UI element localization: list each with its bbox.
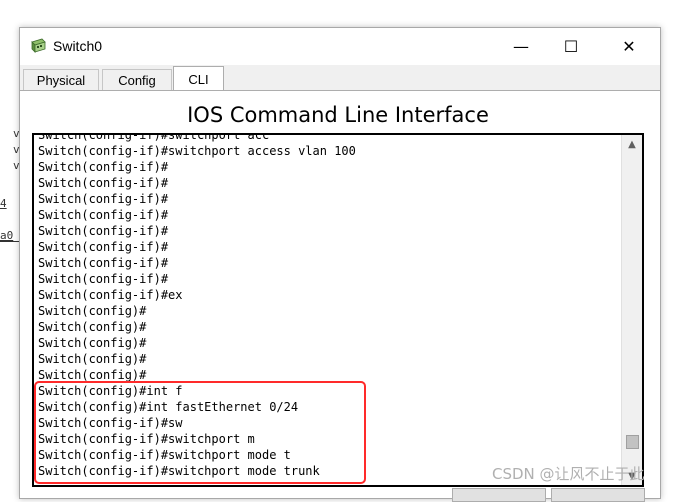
terminal-line: Switch(config)# — [38, 368, 147, 382]
scrollbar-thumb[interactable] — [626, 435, 639, 449]
terminal-line: Switch(config-if)# — [38, 176, 169, 190]
title-bar[interactable]: Switch0 — ☐ ✕ — [20, 28, 660, 65]
terminal-line: Switch(config-if)# — [38, 192, 169, 206]
terminal-line: Switch(config-if)#switchport access vlan… — [38, 144, 356, 158]
terminal-line: Switch(config)#int f — [38, 384, 183, 398]
scroll-up-icon[interactable]: ▲ — [622, 135, 642, 153]
background-fragment: 4 — [0, 197, 7, 210]
close-button[interactable]: ✕ — [606, 28, 652, 64]
window-title: Switch0 — [53, 38, 103, 54]
cli-heading: IOS Command Line Interface — [187, 103, 489, 127]
maximize-button[interactable]: ☐ — [548, 28, 594, 64]
terminal-line: Switch(config-if)# — [38, 208, 169, 222]
tab-config[interactable]: Config — [102, 69, 172, 90]
terminal-line: Switch(config)# — [38, 352, 147, 366]
maximize-icon: ☐ — [563, 36, 579, 56]
tab-cli[interactable]: CLI — [173, 66, 224, 91]
terminal-line: Switch(config)# — [38, 304, 147, 318]
terminal-line: Switch(config-if)#sw — [38, 416, 183, 430]
tab-physical[interactable]: Physical — [23, 69, 99, 90]
terminal-line: Switch(config-if)# — [38, 272, 169, 286]
terminal-output[interactable]: Switch(config-if)#switchport acc Switch(c… — [38, 133, 618, 479]
terminal-line: Switch(config-if)#ex — [38, 288, 183, 302]
cli-terminal[interactable]: Switch(config-if)#switchport acc Switch(c… — [32, 133, 644, 487]
terminal-line: Switch(config-if)# — [38, 240, 169, 254]
terminal-line: Switch(config-if)# — [38, 160, 169, 174]
minimize-icon: — — [513, 36, 529, 56]
terminal-line: Switch(config-if)# — [38, 224, 169, 238]
terminal-line: Switch(config-if)#switchport acc — [38, 133, 270, 142]
terminal-line: Switch(config)# — [38, 320, 147, 334]
terminal-line: Switch(config)# — [38, 336, 147, 350]
terminal-line: Switch(config)#int fastEthernet 0/24 — [38, 400, 299, 414]
watermark: CSDN @让风不止于此 — [492, 465, 645, 483]
terminal-line: Switch(config-if)#switchport m — [38, 432, 255, 446]
terminal-line: Switch(config-if)# — [38, 256, 169, 270]
close-icon: ✕ — [622, 36, 636, 56]
window-bottom-button[interactable] — [452, 488, 546, 502]
minimize-button[interactable]: — — [498, 28, 544, 64]
terminal-line: Switch(config-if)#switchport mode t — [38, 448, 291, 462]
background-fragment: a0 — [0, 229, 14, 242]
switch-window: Switch0 — ☐ ✕ Physical Config CLI IOS Co… — [19, 27, 661, 499]
cli-panel: IOS Command Line Interface Switch(config… — [20, 90, 660, 498]
window-bottom-button[interactable] — [551, 488, 645, 502]
tab-bar: Physical Config CLI — [20, 65, 660, 91]
terminal-scrollbar[interactable]: ▲ ▼ — [621, 135, 642, 485]
switch-app-icon — [31, 38, 46, 53]
background-topology-area: v v v 4 a0 — [0, 0, 22, 493]
